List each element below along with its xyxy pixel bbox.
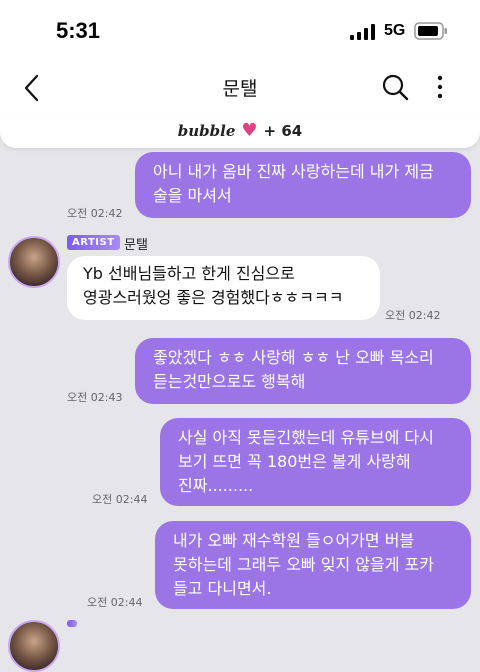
outgoing-message[interactable]: 내가 오빠 재수학원 들ㅇ어가면 버블 못하는데 그래두 오빠 잊지 않을게 포…: [155, 521, 471, 609]
outgoing-message[interactable]: 좋았겠다 ㅎㅎ 사랑해 ㅎㅎ 난 오빠 목소리 듣는것만으로도 행복해: [135, 338, 471, 404]
artist-avatar[interactable]: [8, 236, 60, 288]
outgoing-message[interactable]: 사실 아직 못듣긴했는데 유튜브에 다시 보기 뜨면 꼭 180번은 볼게 사랑…: [160, 418, 471, 506]
status-bar: 5:31 5G: [0, 0, 480, 62]
signal-icon: [350, 24, 375, 40]
message-timestamp: 오전 02:44: [87, 596, 143, 609]
message-timestamp: 오전 02:43: [67, 391, 123, 404]
artist-badge: ARTIST: [67, 235, 120, 250]
chat-header: 문탤: [0, 62, 480, 114]
heart-icon: ♥: [241, 120, 258, 141]
bubble-bar[interactable]: bubble ♥ + 64: [0, 114, 480, 148]
outgoing-message[interactable]: 아니 내가 옴바 진짜 사랑하는데 내가 제금 술을 마셔서: [135, 152, 471, 218]
battery-icon: [414, 22, 447, 40]
artist-badge: [67, 620, 77, 627]
message-timestamp: 오전 02:42: [67, 207, 123, 220]
incoming-message[interactable]: Yb 선배님들하고 한게 진심으로 영광스러웠엉 좋은 경험했다ㅎㅎㅋㅋㅋ: [67, 256, 380, 320]
status-time: 5:31: [56, 18, 101, 43]
message-timestamp: 오전 02:44: [92, 493, 148, 506]
network-label: 5G: [384, 22, 406, 39]
artist-name: 문탤: [124, 238, 148, 253]
bubble-logo: bubble: [177, 122, 236, 140]
more-icon[interactable]: [430, 72, 450, 102]
message-timestamp: 오전 02:42: [385, 309, 441, 322]
bubble-count: + 64: [263, 122, 303, 140]
search-icon[interactable]: [380, 72, 410, 102]
artist-avatar[interactable]: [8, 620, 60, 672]
